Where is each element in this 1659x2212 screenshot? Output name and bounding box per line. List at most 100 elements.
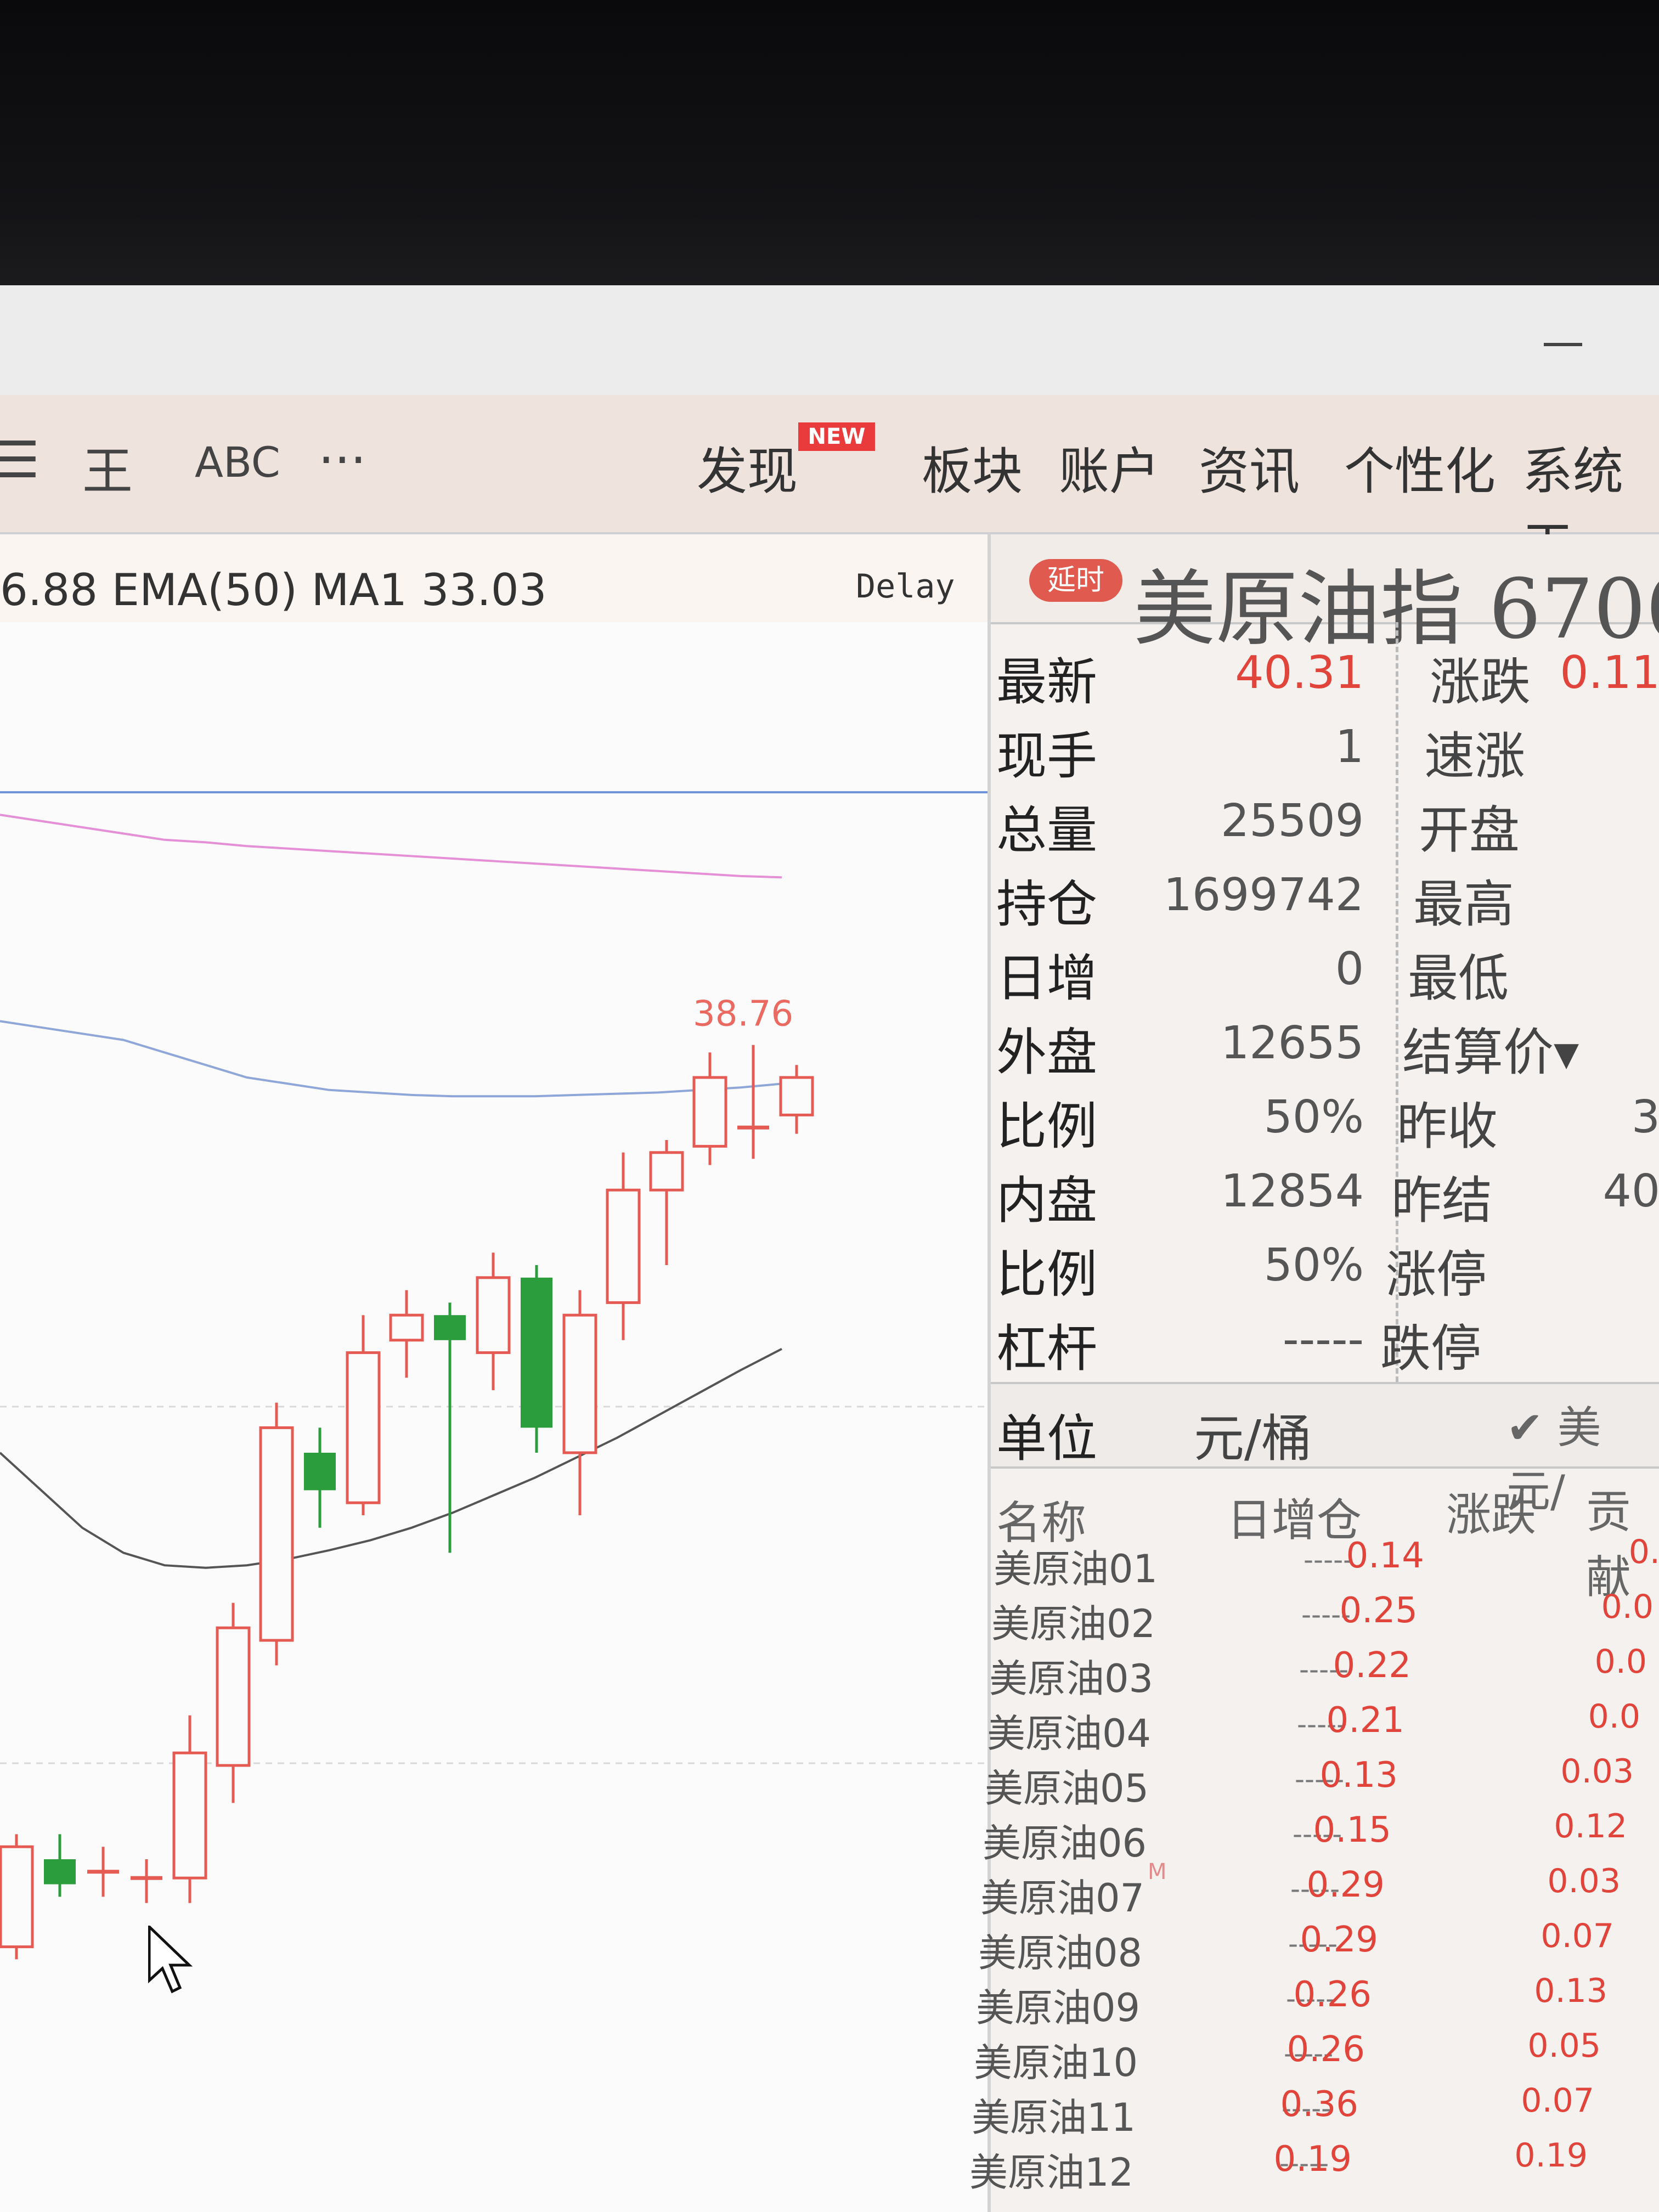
stat-label: 最低 [1408, 949, 1509, 1008]
contract-name[interactable]: 美原油04 [987, 1703, 1151, 1758]
change-value: 0.15 [1313, 1810, 1392, 1850]
contract-name[interactable]: 美原油06 [983, 1813, 1147, 1868]
change-value: 0.22 [1333, 1645, 1412, 1686]
candle-body [521, 1277, 552, 1428]
delay-badge: 延时 [1029, 559, 1122, 602]
stat-value: 50% [1263, 1239, 1364, 1291]
menu-sector[interactable]: 板块 [922, 431, 1023, 504]
stat-value: 40 [1602, 1165, 1659, 1217]
stat-label[interactable]: 结算价▾ [1402, 1012, 1579, 1085]
menu-bar: ☰ 王 ABC ··· 发现 NEW 板块 账户 资讯 个性化 系统工 [0, 395, 1659, 574]
contribution-value: 0.07 [1541, 1917, 1614, 1955]
stat-value: 3 [1631, 1091, 1659, 1143]
contract-name[interactable]: 美原油05 [985, 1758, 1149, 1813]
unit-row: 单位 元/桶 ✔ 美元/ [991, 1382, 1659, 1517]
stat-value: 12655 [1221, 1017, 1364, 1069]
stat-label: 跌停 [1380, 1319, 1482, 1378]
contract-name[interactable]: 美原油09 [976, 1977, 1140, 2033]
contract-name[interactable]: 美原油03 [989, 1648, 1153, 1703]
stat-label: 内盘 [996, 1171, 1098, 1230]
contract-name[interactable]: 美原油07 [980, 1867, 1144, 1923]
candle-body [779, 1076, 814, 1116]
candle-body [259, 1426, 294, 1642]
monitor-bezel [0, 0, 1659, 285]
contribution-value: 0.05 [1527, 2027, 1601, 2065]
unit-label: 单位 [996, 1409, 1098, 1468]
menu-discover[interactable]: 发现 [697, 431, 798, 504]
candle-body [346, 1351, 381, 1504]
contribution-value: 0.19 [1514, 2136, 1588, 2175]
menu-account[interactable]: 账户 [1059, 431, 1160, 504]
quote-title-bar: 延时 美原油指 6700 [991, 534, 1659, 657]
contribution-value: 0.12 [1554, 1807, 1627, 1846]
contribution-value: 0.07 [1521, 2081, 1594, 2120]
change-value: 0.26 [1293, 1974, 1372, 2015]
contract-name[interactable]: 美原油02 [991, 1593, 1155, 1649]
col-header-change[interactable]: 涨跌 [1446, 1478, 1536, 1543]
stat-value: 40.31 [1235, 647, 1364, 699]
menu-personalize[interactable]: 个性化 [1344, 431, 1496, 504]
indicator-line [0, 1020, 782, 1098]
candle-body [606, 1188, 641, 1304]
list-tool-icon[interactable]: ☰ [0, 431, 40, 489]
stat-label: 持仓 [996, 875, 1098, 934]
title-bar [0, 285, 1659, 396]
minimize-button[interactable] [1544, 343, 1582, 346]
contribution-value: 0.0 [1601, 1588, 1654, 1626]
change-value: 0.26 [1286, 2029, 1365, 2070]
change-value: 0.19 [1273, 2139, 1352, 2180]
indicator-line [0, 1347, 782, 1569]
stat-value: 1699742 [1163, 869, 1364, 921]
candle-body [172, 1751, 207, 1880]
stat-label: 涨停 [1386, 1245, 1487, 1304]
contract-name[interactable]: 美原油11 [972, 2087, 1136, 2142]
mouse-cursor-icon [148, 1923, 198, 1999]
more-tool-button[interactable]: ··· [318, 431, 366, 489]
contract-name[interactable]: 美原油01 [994, 1538, 1158, 1594]
candle-body [216, 1626, 251, 1767]
main-contract-mark: M [1148, 1859, 1167, 1884]
candle-body [649, 1151, 684, 1192]
high-price-label: 38.76 [693, 994, 793, 1035]
indicator-line [0, 814, 782, 879]
candle-body [692, 1076, 727, 1148]
stat-label: 比例 [996, 1245, 1098, 1304]
contract-name[interactable]: 美原油12 [969, 2142, 1133, 2197]
king-tool-icon[interactable]: 王 [82, 431, 133, 504]
stat-value: ----- [1283, 1313, 1364, 1365]
stat-label: 开盘 [1419, 801, 1520, 860]
contribution-value: 0. [1628, 1533, 1659, 1571]
stat-label: 最新 [996, 653, 1098, 712]
candle-body [44, 1859, 76, 1884]
stat-label: 速涨 [1424, 727, 1526, 786]
stat-value: 0.11 [1560, 647, 1659, 699]
quote-panel: 延时 美原油指 6700 最新 40.31 现手 1 总量 25509 持仓 1699742 日… [969, 534, 1659, 2212]
contribution-value: 0.0 [1588, 1697, 1640, 1736]
change-value: 0.21 [1326, 1700, 1405, 1741]
stat-label: 杠杆 [996, 1319, 1098, 1378]
candle-body [389, 1313, 424, 1342]
stat-value: 1 [1335, 721, 1364, 773]
stat-label: 现手 [996, 727, 1098, 786]
change-value: 0.25 [1339, 1590, 1418, 1631]
menu-news[interactable]: 资讯 [1199, 431, 1300, 504]
contract-name[interactable]: 美原油08 [978, 1922, 1142, 1978]
abc-tool-button[interactable]: ABC [195, 438, 280, 487]
app-window: ☰ 王 ABC ··· 发现 NEW 板块 账户 资讯 个性化 系统工 6.88… [0, 285, 1659, 2212]
contribution-value: 0.13 [1534, 1972, 1607, 2010]
change-value: 0.29 [1306, 1865, 1385, 1905]
stat-value: 12854 [1221, 1165, 1364, 1217]
candle-body [562, 1313, 597, 1454]
stat-value: 50% [1263, 1091, 1364, 1143]
unit-value: 元/桶 [1194, 1409, 1312, 1468]
candle-body [304, 1453, 336, 1491]
change-value: 0.36 [1280, 2084, 1359, 2125]
stat-label: 外盘 [996, 1023, 1098, 1082]
stat-value: 25509 [1221, 795, 1364, 847]
candle-body [434, 1315, 466, 1340]
new-badge: NEW [798, 422, 875, 451]
candle-body [0, 1845, 34, 1949]
change-value: 0.13 [1319, 1755, 1398, 1796]
contribution-value: 0.03 [1547, 1862, 1621, 1900]
contract-name[interactable]: 美原油10 [974, 2032, 1138, 2087]
